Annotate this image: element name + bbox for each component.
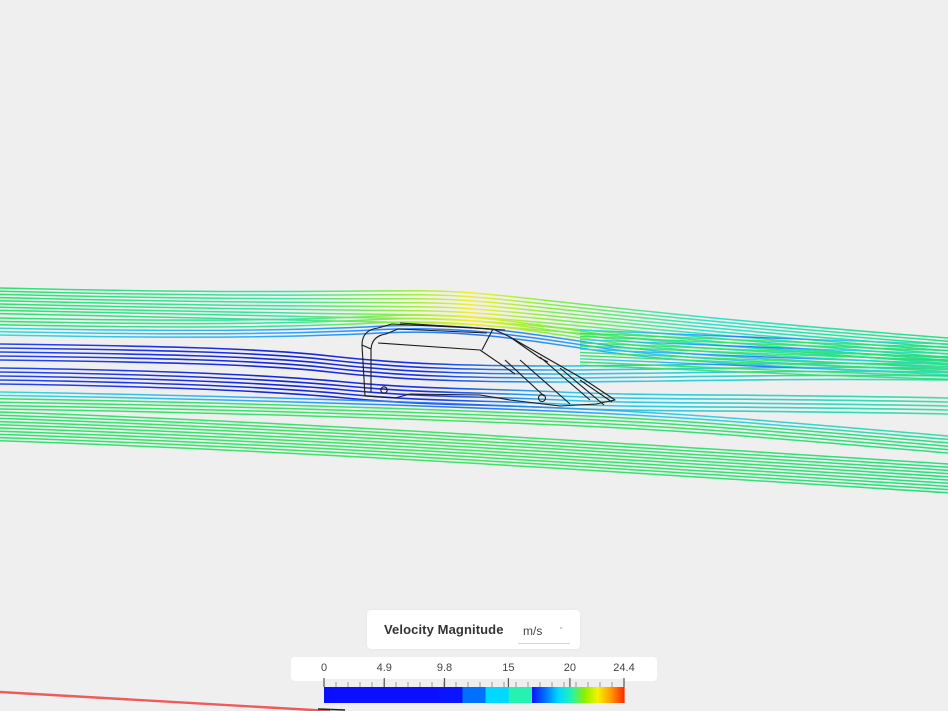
colorbar-tick-label: 0 (320, 662, 328, 674)
colorbar-tick-label: 20 (563, 662, 577, 674)
colorbar-tick-label: 15 (502, 662, 515, 674)
3d-viewport[interactable]: Velocity Magnitude m/s 0 4.9 9.8 15 20 24.4 (0, 0, 948, 711)
streamline (0, 440, 948, 494)
unit-select[interactable]: m/s (518, 618, 570, 644)
dropdown-caret-icon (560, 627, 562, 629)
streamline-scene[interactable] (0, 0, 948, 711)
legend-title: Velocity Magnitude (384, 622, 504, 637)
color-scale-card (291, 657, 657, 681)
colorbar-tick-label: 9.8 (436, 662, 453, 674)
axis-line (0, 690, 331, 711)
streamlines (0, 287, 948, 494)
colorbar-tick-label: 24.4 (613, 662, 635, 674)
colorbar-tick-label: 4.9 (376, 662, 392, 674)
unit-label: m/s (523, 623, 543, 638)
axis-line-dark (317, 708, 346, 711)
